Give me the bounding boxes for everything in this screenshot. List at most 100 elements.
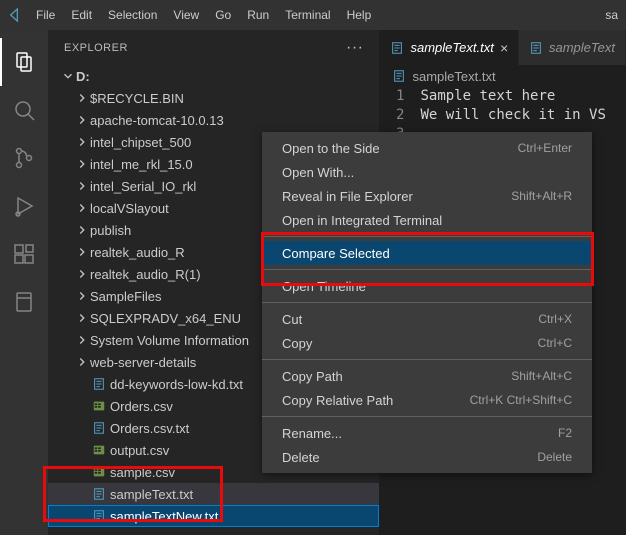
- context-menu-item[interactable]: CopyCtrl+C: [262, 331, 592, 355]
- tree-item-label: publish: [90, 223, 131, 238]
- tree-item-label: Orders.csv: [110, 399, 173, 414]
- tree-item-label: System Volume Information: [90, 333, 249, 348]
- context-menu-shortcut: Ctrl+X: [538, 312, 572, 326]
- search-activity-icon[interactable]: [0, 86, 48, 134]
- chevron-right-icon: [74, 333, 90, 347]
- explorer-more-icon[interactable]: ···: [346, 40, 363, 56]
- context-menu-item[interactable]: Reveal in File Explorer Shift+Alt+R: [262, 184, 592, 208]
- context-menu-label: Open in Integrated Terminal: [282, 213, 442, 228]
- context-menu-label: Open to the Side: [282, 141, 380, 156]
- breadcrumb[interactable]: sampleText.txt: [380, 65, 626, 87]
- breadcrumb-label: sampleText.txt: [412, 69, 495, 84]
- chevron-right-icon: [74, 311, 90, 325]
- menu-help[interactable]: Help: [339, 0, 380, 30]
- app-logo-icon: [4, 0, 24, 30]
- line-number: 1: [380, 87, 404, 106]
- chevron-right-icon: [74, 267, 90, 281]
- file-icon: [392, 69, 406, 83]
- editor-tabs: sampleText.txt×sampleText: [380, 30, 626, 65]
- context-menu-item[interactable]: Compare Selected: [262, 241, 592, 265]
- tree-item-label: $RECYCLE.BIN: [90, 91, 184, 106]
- tree-item[interactable]: apache-tomcat-10.0.13: [48, 109, 379, 131]
- context-menu-item[interactable]: Open in Integrated Terminal: [262, 208, 592, 232]
- context-menu-label: Compare Selected: [282, 246, 390, 261]
- chevron-right-icon: [74, 179, 90, 193]
- tree-item-label: output.csv: [110, 443, 169, 458]
- chevron-right-icon: [74, 245, 90, 259]
- file-icon: [390, 41, 404, 55]
- csv-file-icon: [90, 399, 108, 413]
- source-control-activity-icon[interactable]: [0, 134, 48, 182]
- txt-file-icon: [90, 509, 108, 523]
- tree-item-label: localVSlayout: [90, 201, 169, 216]
- tree-item-label: realtek_audio_R: [90, 245, 185, 260]
- chevron-right-icon: [74, 157, 90, 171]
- txt-file-icon: [90, 377, 108, 391]
- context-menu-shortcut: Ctrl+Enter: [518, 141, 572, 155]
- tree-item[interactable]: $RECYCLE.BIN: [48, 87, 379, 109]
- context-menu-label: Delete: [282, 450, 320, 465]
- chevron-right-icon: [74, 135, 90, 149]
- context-menu-label: Cut: [282, 312, 302, 327]
- context-menu-shortcut: F2: [558, 426, 572, 440]
- chevron-right-icon: [74, 201, 90, 215]
- txt-file-icon: [90, 487, 108, 501]
- code-line[interactable]: Sample text here: [420, 87, 605, 106]
- tree-item-label: intel_me_rkl_15.0: [90, 157, 193, 172]
- tree-item-label: sampleText.txt: [110, 487, 193, 502]
- context-menu-label: Copy: [282, 336, 312, 351]
- tree-root-label: D:: [76, 69, 90, 84]
- context-menu-label: Rename...: [282, 426, 342, 441]
- chevron-right-icon: [74, 113, 90, 127]
- context-menu-shortcut: Ctrl+K Ctrl+Shift+C: [470, 393, 572, 407]
- context-menu-item[interactable]: Copy PathShift+Alt+C: [262, 364, 592, 388]
- close-icon[interactable]: ×: [500, 40, 508, 56]
- tree-item-label: sampleTextNew.txt: [110, 509, 218, 524]
- menu-file[interactable]: File: [28, 0, 63, 30]
- chevron-right-icon: [74, 91, 90, 105]
- tree-item-label: dd-keywords-low-kd.txt: [110, 377, 243, 392]
- explorer-activity-icon[interactable]: [0, 38, 48, 86]
- menu-terminal[interactable]: Terminal: [277, 0, 338, 30]
- context-menu-item[interactable]: Open to the Side Ctrl+Enter: [262, 136, 592, 160]
- tree-item[interactable]: sampleText.txt: [48, 483, 379, 505]
- context-menu-item[interactable]: DeleteDelete: [262, 445, 592, 469]
- menu-edit[interactable]: Edit: [63, 0, 100, 30]
- context-menu-separator: [262, 236, 592, 237]
- tree-item-label: intel_Serial_IO_rkl: [90, 179, 196, 194]
- context-menu-item[interactable]: Cut Ctrl+X: [262, 307, 592, 331]
- menu-go[interactable]: Go: [207, 0, 239, 30]
- context-menu-separator: [262, 359, 592, 360]
- context-menu-label: Open With...: [282, 165, 354, 180]
- menu-run[interactable]: Run: [239, 0, 277, 30]
- notebook-activity-icon[interactable]: [0, 278, 48, 326]
- context-menu-item[interactable]: Copy Relative PathCtrl+K Ctrl+Shift+C: [262, 388, 592, 412]
- context-menu-item[interactable]: Rename... F2: [262, 421, 592, 445]
- context-menu-label: Copy Path: [282, 369, 343, 384]
- menu-selection[interactable]: Selection: [100, 0, 165, 30]
- context-menu-separator: [262, 269, 592, 270]
- context-menu-item[interactable]: Open With...: [262, 160, 592, 184]
- context-menu-separator: [262, 302, 592, 303]
- chevron-down-icon: [60, 69, 76, 83]
- context-menu-label: Open Timeline: [282, 279, 366, 294]
- extensions-activity-icon[interactable]: [0, 230, 48, 278]
- menu-view[interactable]: View: [165, 0, 207, 30]
- chevron-right-icon: [74, 223, 90, 237]
- txt-file-icon: [90, 421, 108, 435]
- context-menu-item[interactable]: Open Timeline: [262, 274, 592, 298]
- csv-file-icon: [90, 443, 108, 457]
- context-menu-separator: [262, 416, 592, 417]
- activity-bar: [0, 30, 48, 535]
- code-line[interactable]: We will check it in VS: [420, 106, 605, 125]
- tree-root[interactable]: D:: [48, 65, 379, 87]
- editor-tab[interactable]: sampleText.txt×: [380, 30, 519, 65]
- editor-tab[interactable]: sampleText: [519, 30, 626, 65]
- tree-item-label: SampleFiles: [90, 289, 162, 304]
- tree-item[interactable]: sampleTextNew.txt: [48, 505, 379, 527]
- context-menu-shortcut: Shift+Alt+R: [511, 189, 572, 203]
- run-debug-activity-icon[interactable]: [0, 182, 48, 230]
- context-menu-label: Reveal in File Explorer: [282, 189, 413, 204]
- line-number: 2: [380, 106, 404, 125]
- tree-item-label: intel_chipset_500: [90, 135, 191, 150]
